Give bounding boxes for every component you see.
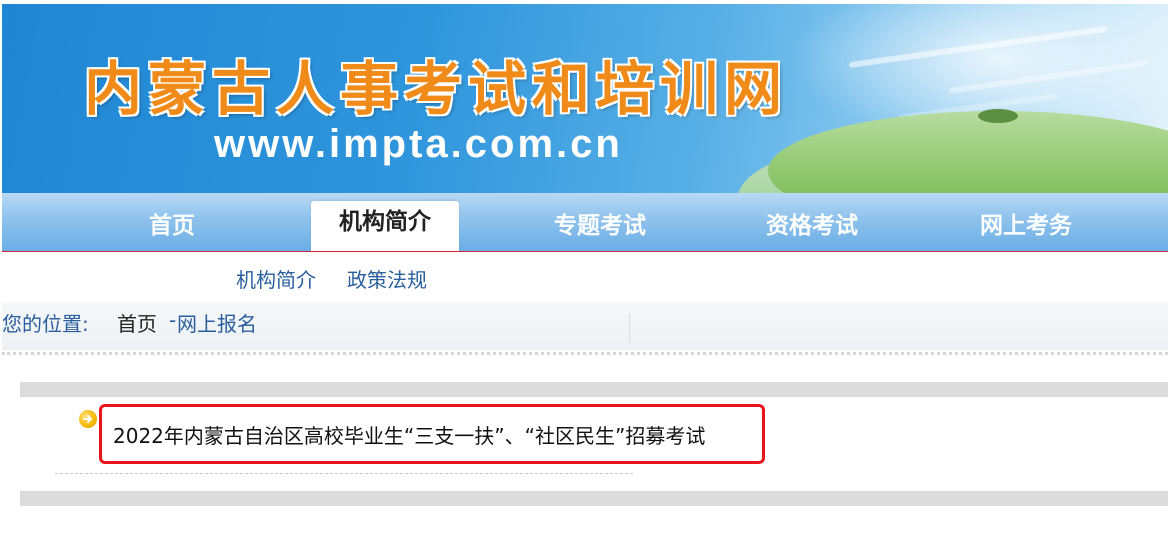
sub-nav-about[interactable]: 机构简介 [236, 264, 316, 293]
site-url: www.impta.com.cn [214, 122, 623, 166]
site-banner: 内蒙古人事考试和培训网 www.impta.com.cn [2, 4, 1168, 193]
sub-nav: 机构简介 政策法规 [2, 252, 1168, 302]
nav-item-home[interactable]: 首页 [122, 193, 222, 251]
breadcrumb: 您的位置: 首页 - 网上报名 [2, 302, 1168, 350]
main-nav: 首页 机构简介 专题考试 资格考试 网上考务 [2, 193, 1168, 252]
banner-tree [978, 109, 1018, 123]
list-row-divider [55, 473, 633, 474]
breadcrumb-divider [629, 314, 630, 342]
site-title: 内蒙古人事考试和培训网 [84, 55, 789, 123]
section-divider [2, 352, 1168, 355]
nav-item-about[interactable]: 机构简介 [311, 201, 459, 251]
arrow-right-icon [79, 410, 97, 428]
sub-nav-policies[interactable]: 政策法规 [347, 264, 427, 293]
panel-top-bar [20, 382, 1168, 397]
nav-item-qualification-exams[interactable]: 资格考试 [744, 193, 880, 251]
breadcrumb-separator: - [169, 308, 177, 332]
nav-item-online-services[interactable]: 网上考务 [958, 193, 1094, 251]
notice-link[interactable]: 2022年内蒙古自治区高校毕业生“三支一扶”、“社区民生”招募考试 [113, 420, 705, 449]
breadcrumb-home-link[interactable]: 首页 [117, 308, 157, 337]
panel-bottom-bar [20, 491, 1168, 506]
breadcrumb-label: 您的位置: [2, 312, 89, 336]
breadcrumb-current-link[interactable]: 网上报名 [177, 308, 257, 337]
nav-item-special-exams[interactable]: 专题考试 [532, 193, 668, 251]
